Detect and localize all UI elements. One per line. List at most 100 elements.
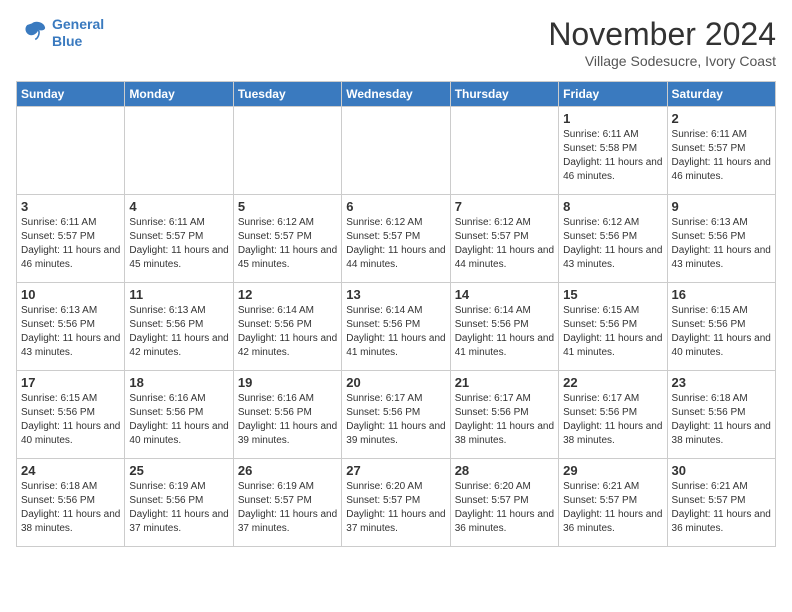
- day-number: 30: [672, 463, 771, 478]
- day-info: Sunrise: 6:19 AMSunset: 5:56 PMDaylight:…: [129, 480, 228, 536]
- title-block: November 2024 Village Sodesucre, Ivory C…: [548, 16, 776, 69]
- day-number: 3: [21, 199, 120, 214]
- calendar-cell: 23 Sunrise: 6:18 AMSunset: 5:56 PMDayligh…: [667, 371, 775, 459]
- calendar-table: SundayMondayTuesdayWednesdayThursdayFrid…: [16, 81, 776, 547]
- calendar-cell: 8Sunrise: 6:12 AMSunset: 5:56 PMDaylight…: [559, 195, 667, 283]
- day-info: Sunrise: 6:13 AMSunset: 5:56 PMDaylight:…: [672, 216, 771, 272]
- calendar-cell: 3 Sunrise: 6:11 AMSunset: 5:57 PMDaylight…: [17, 195, 125, 283]
- day-number: 29: [563, 463, 662, 478]
- calendar-cell: 14 Sunrise: 6:14 AMSunset: 5:56 PMDayligh…: [450, 283, 558, 371]
- calendar-cell: 19 Sunrise: 6:16 AMSunset: 5:56 PMDayligh…: [233, 371, 341, 459]
- day-number: 2: [672, 111, 771, 126]
- day-number: 24: [21, 463, 120, 478]
- day-info: Sunrise: 6:15 AMSunset: 5:56 PMDaylight:…: [672, 304, 771, 360]
- day-info: Sunrise: 6:21 AMSunset: 5:57 PMDaylight:…: [563, 480, 662, 536]
- day-info: Sunrise: 6:16 AMSunset: 5:56 PMDaylight:…: [129, 392, 228, 448]
- day-info: Sunrise: 6:21 AMSunset: 5:57 PMDaylight:…: [672, 480, 771, 536]
- day-info: Sunrise: 6:11 AMSunset: 5:57 PMDaylight:…: [129, 216, 228, 272]
- day-info: Sunrise: 6:11 AMSunset: 5:57 PMDaylight:…: [672, 128, 771, 184]
- day-number: 6: [346, 199, 445, 214]
- day-number: 11: [129, 287, 228, 302]
- calendar-cell: 7 Sunrise: 6:12 AMSunset: 5:57 PMDaylight…: [450, 195, 558, 283]
- calendar-cell: 22 Sunrise: 6:17 AMSunset: 5:56 PMDayligh…: [559, 371, 667, 459]
- day-number: 17: [21, 375, 120, 390]
- calendar-cell: 15 Sunrise: 6:15 AMSunset: 5:56 PMDayligh…: [559, 283, 667, 371]
- day-number: 22: [563, 375, 662, 390]
- day-number: 23: [672, 375, 771, 390]
- day-info: Sunrise: 6:12 AMSunset: 5:57 PMDaylight:…: [346, 216, 445, 272]
- day-number: 28: [455, 463, 554, 478]
- day-info: Sunrise: 6:20 AMSunset: 5:57 PMDaylight:…: [455, 480, 554, 536]
- logo-text: General Blue: [52, 16, 104, 50]
- day-info: Sunrise: 6:14 AMSunset: 5:56 PMDaylight:…: [238, 304, 337, 360]
- day-number: 1: [563, 111, 662, 126]
- calendar-week-row: 10Sunrise: 6:13 AMSunset: 5:56 PMDayligh…: [17, 283, 776, 371]
- day-info: Sunrise: 6:17 AMSunset: 5:56 PMDaylight:…: [563, 392, 662, 448]
- day-info: Sunrise: 6:14 AMSunset: 5:56 PMDaylight:…: [455, 304, 554, 360]
- day-info: Sunrise: 6:13 AMSunset: 5:56 PMDaylight:…: [129, 304, 228, 360]
- day-info: Sunrise: 6:11 AMSunset: 5:58 PMDaylight:…: [563, 128, 662, 184]
- calendar-header-row: SundayMondayTuesdayWednesdayThursdayFrid…: [17, 82, 776, 107]
- day-header-wednesday: Wednesday: [342, 82, 450, 107]
- calendar-cell: 4 Sunrise: 6:11 AMSunset: 5:57 PMDaylight…: [125, 195, 233, 283]
- calendar-cell: 28 Sunrise: 6:20 AMSunset: 5:57 PMDayligh…: [450, 459, 558, 547]
- day-info: Sunrise: 6:19 AMSunset: 5:57 PMDaylight:…: [238, 480, 337, 536]
- page-header: General Blue November 2024 Village Sodes…: [16, 16, 776, 69]
- calendar-week-row: 3 Sunrise: 6:11 AMSunset: 5:57 PMDaylight…: [17, 195, 776, 283]
- calendar-cell: 11 Sunrise: 6:13 AMSunset: 5:56 PMDayligh…: [125, 283, 233, 371]
- day-number: 20: [346, 375, 445, 390]
- day-number: 7: [455, 199, 554, 214]
- day-number: 9: [672, 199, 771, 214]
- day-number: 4: [129, 199, 228, 214]
- day-number: 27: [346, 463, 445, 478]
- day-header-sunday: Sunday: [17, 82, 125, 107]
- calendar-cell: 16 Sunrise: 6:15 AMSunset: 5:56 PMDayligh…: [667, 283, 775, 371]
- calendar-cell: 9 Sunrise: 6:13 AMSunset: 5:56 PMDaylight…: [667, 195, 775, 283]
- day-number: 13: [346, 287, 445, 302]
- calendar-cell: 27 Sunrise: 6:20 AMSunset: 5:57 PMDayligh…: [342, 459, 450, 547]
- day-info: Sunrise: 6:15 AMSunset: 5:56 PMDaylight:…: [563, 304, 662, 360]
- day-info: Sunrise: 6:13 AMSunset: 5:56 PMDaylight:…: [21, 304, 120, 360]
- logo-bird-icon: [16, 17, 48, 49]
- logo: General Blue: [16, 16, 104, 50]
- day-info: Sunrise: 6:12 AMSunset: 5:57 PMDaylight:…: [238, 216, 337, 272]
- day-number: 19: [238, 375, 337, 390]
- day-number: 14: [455, 287, 554, 302]
- calendar-cell: [17, 107, 125, 195]
- day-info: Sunrise: 6:18 AMSunset: 5:56 PMDaylight:…: [21, 480, 120, 536]
- day-info: Sunrise: 6:14 AMSunset: 5:56 PMDaylight:…: [346, 304, 445, 360]
- day-number: 26: [238, 463, 337, 478]
- day-number: 16: [672, 287, 771, 302]
- calendar-cell: 26 Sunrise: 6:19 AMSunset: 5:57 PMDayligh…: [233, 459, 341, 547]
- calendar-cell: 24 Sunrise: 6:18 AMSunset: 5:56 PMDayligh…: [17, 459, 125, 547]
- day-number: 5: [238, 199, 337, 214]
- calendar-cell: 30 Sunrise: 6:21 AMSunset: 5:57 PMDayligh…: [667, 459, 775, 547]
- day-info: Sunrise: 6:12 AMSunset: 5:57 PMDaylight:…: [455, 216, 554, 272]
- calendar-week-row: 17Sunrise: 6:15 AMSunset: 5:56 PMDayligh…: [17, 371, 776, 459]
- day-header-monday: Monday: [125, 82, 233, 107]
- calendar-cell: 21 Sunrise: 6:17 AMSunset: 5:56 PMDayligh…: [450, 371, 558, 459]
- calendar-cell: [450, 107, 558, 195]
- day-number: 25: [129, 463, 228, 478]
- calendar-cell: 5 Sunrise: 6:12 AMSunset: 5:57 PMDaylight…: [233, 195, 341, 283]
- day-header-friday: Friday: [559, 82, 667, 107]
- calendar-cell: 10Sunrise: 6:13 AMSunset: 5:56 PMDayligh…: [17, 283, 125, 371]
- calendar-cell: 18Sunrise: 6:16 AMSunset: 5:56 PMDayligh…: [125, 371, 233, 459]
- calendar-cell: 29 Sunrise: 6:21 AMSunset: 5:57 PMDayligh…: [559, 459, 667, 547]
- calendar-cell: [342, 107, 450, 195]
- day-info: Sunrise: 6:18 AMSunset: 5:56 PMDaylight:…: [672, 392, 771, 448]
- calendar-cell: 13 Sunrise: 6:14 AMSunset: 5:56 PMDayligh…: [342, 283, 450, 371]
- calendar-cell: 1 Sunrise: 6:11 AMSunset: 5:58 PMDaylight…: [559, 107, 667, 195]
- day-info: Sunrise: 6:17 AMSunset: 5:56 PMDaylight:…: [455, 392, 554, 448]
- calendar-cell: [233, 107, 341, 195]
- day-number: 21: [455, 375, 554, 390]
- calendar-title: November 2024: [548, 16, 776, 53]
- day-info: Sunrise: 6:20 AMSunset: 5:57 PMDaylight:…: [346, 480, 445, 536]
- day-number: 15: [563, 287, 662, 302]
- calendar-cell: 6 Sunrise: 6:12 AMSunset: 5:57 PMDaylight…: [342, 195, 450, 283]
- day-info: Sunrise: 6:16 AMSunset: 5:56 PMDaylight:…: [238, 392, 337, 448]
- calendar-cell: 17Sunrise: 6:15 AMSunset: 5:56 PMDayligh…: [17, 371, 125, 459]
- day-number: 8: [563, 199, 662, 214]
- day-info: Sunrise: 6:11 AMSunset: 5:57 PMDaylight:…: [21, 216, 120, 272]
- calendar-week-row: 24 Sunrise: 6:18 AMSunset: 5:56 PMDayligh…: [17, 459, 776, 547]
